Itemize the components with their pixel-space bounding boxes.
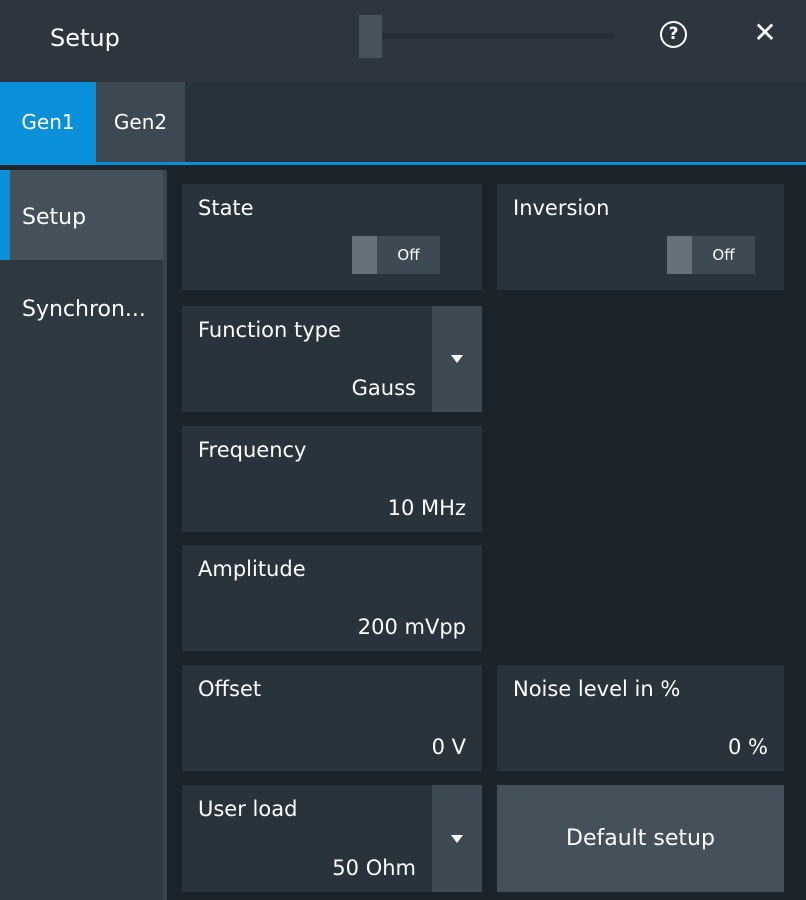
function-type-dropdown-button[interactable] — [432, 306, 482, 412]
noise-level-field[interactable]: Noise level in % 0 % — [497, 665, 784, 771]
sidebar-item-label: Setup — [22, 205, 87, 230]
noise-level-label: Noise level in % — [513, 677, 681, 701]
transparency-slider-handle[interactable] — [359, 15, 382, 58]
dialog-title: Setup — [50, 24, 120, 52]
inversion-label: Inversion — [513, 196, 610, 220]
tab-gen2[interactable]: Gen2 — [96, 82, 185, 162]
amplitude-value: 200 mVpp — [357, 615, 466, 639]
help-icon[interactable]: ? — [660, 21, 687, 48]
inversion-toggle-value: Off — [712, 246, 735, 264]
amplitude-field[interactable]: Amplitude 200 mVpp — [182, 545, 482, 651]
user-load-dropdown-button[interactable] — [432, 785, 482, 892]
function-type-label: Function type — [198, 318, 341, 342]
noise-level-value: 0 % — [728, 735, 768, 759]
sidebar-item-setup[interactable]: Setup — [0, 170, 163, 260]
close-icon[interactable]: ✕ — [750, 18, 780, 48]
offset-label: Offset — [198, 677, 262, 701]
sidebar: Setup Synchron... — [0, 170, 163, 900]
user-load-select[interactable]: User load 50 Ohm — [182, 785, 482, 892]
chevron-down-icon — [451, 355, 463, 363]
state-card: State Off — [182, 184, 482, 290]
default-setup-button[interactable]: Default setup — [497, 785, 784, 892]
frequency-label: Frequency — [198, 438, 307, 462]
sidebar-active-indicator — [0, 170, 10, 260]
frequency-value: 10 MHz — [387, 496, 466, 520]
title-bar: Setup ? ✕ — [0, 0, 806, 82]
generator-tabs: Gen1 Gen2 — [0, 82, 806, 162]
tab-gen1[interactable]: Gen1 — [0, 82, 96, 162]
sidebar-item-label: Synchron... — [22, 297, 146, 322]
inversion-toggle[interactable]: Off — [667, 236, 755, 274]
sidebar-item-synchronization[interactable]: Synchron... — [0, 290, 163, 330]
function-type-value: Gauss — [351, 376, 416, 400]
user-load-label: User load — [198, 797, 298, 821]
toggle-knob — [352, 236, 377, 274]
offset-value: 0 V — [431, 735, 466, 759]
frequency-field[interactable]: Frequency 10 MHz — [182, 426, 482, 532]
state-toggle-value: Off — [397, 246, 420, 264]
offset-field[interactable]: Offset 0 V — [182, 665, 482, 771]
inversion-card: Inversion Off — [497, 184, 784, 290]
amplitude-label: Amplitude — [198, 557, 306, 581]
state-label: State — [198, 196, 254, 220]
state-toggle[interactable]: Off — [352, 236, 440, 274]
transparency-slider-track[interactable] — [382, 33, 614, 39]
toggle-knob — [667, 236, 692, 274]
chevron-down-icon — [451, 835, 463, 843]
user-load-value: 50 Ohm — [332, 856, 416, 880]
function-type-select[interactable]: Function type Gauss — [182, 306, 482, 412]
